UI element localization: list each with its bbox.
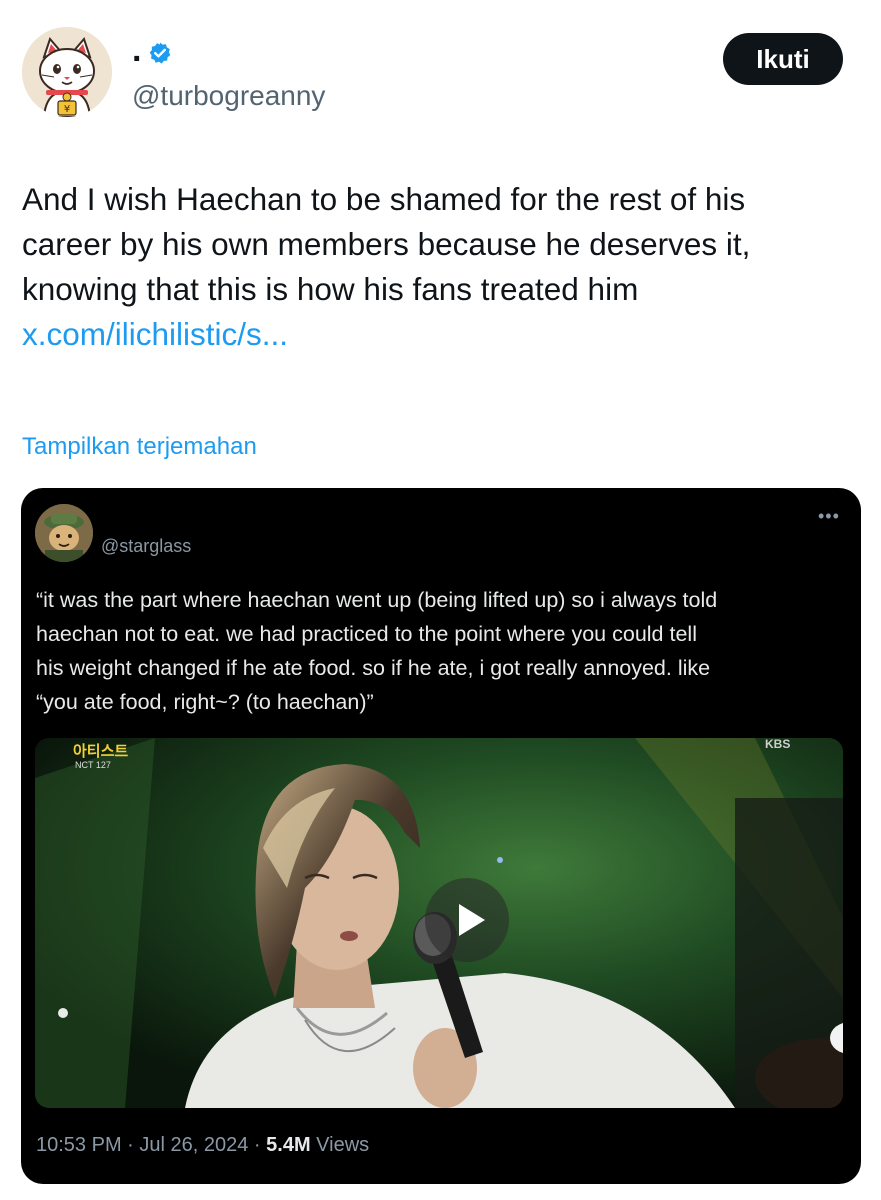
views-count: 5.4M	[266, 1134, 311, 1156]
tweet-text-line: And I wish Haechan to be shamed for the …	[22, 181, 746, 217]
embedded-quote-text: “it was the part where haechan went up (…	[36, 583, 846, 719]
views-label: Views	[310, 1134, 370, 1156]
tweet-text: And I wish Haechan to be shamed for the …	[22, 177, 862, 357]
embedded-handle: @starglass	[101, 536, 192, 556]
embedded-media-card[interactable]: @starglass ••• “it was the part where ha…	[21, 488, 861, 1184]
tweet-link[interactable]: x.com/ilichilistic/s...	[22, 312, 862, 357]
play-icon	[459, 904, 485, 936]
video-player[interactable]: 아티스트 NCT 127 KBS	[35, 738, 843, 1108]
lucky-cat-avatar-icon: ¥	[22, 27, 112, 117]
show-translation-link[interactable]: Tampilkan terjemahan	[22, 432, 257, 462]
quote-line: “it was the part where haechan went up (…	[36, 588, 718, 612]
post-meta: 10:53 PM · Jul 26, 2024 · 5.4M Views	[36, 1133, 369, 1157]
quote-line: his weight changed if he ate food. so if…	[36, 656, 711, 680]
display-name[interactable]: .	[132, 30, 141, 70]
meta-separator: ·	[121, 1134, 140, 1156]
post-date: Jul 26, 2024	[139, 1134, 249, 1156]
post-time: 10:53 PM	[36, 1134, 122, 1156]
show-subtitle: NCT 127	[75, 760, 111, 770]
play-button[interactable]	[425, 878, 509, 962]
meta-separator: ·	[248, 1134, 267, 1156]
embedded-avatar	[35, 504, 93, 562]
quote-line: “you ate food, right~? (to haechan)”	[36, 690, 374, 714]
broadcaster-logo: KBS	[765, 738, 791, 751]
follow-button[interactable]: Ikuti	[723, 33, 843, 85]
tweet-text-line: career by his own members because he des…	[22, 226, 751, 262]
tweet-text-line: knowing that this is how his fans treate…	[22, 271, 639, 307]
verified-badge-icon	[149, 42, 171, 64]
show-logo: 아티스트	[73, 743, 129, 760]
embedded-avatar-icon	[35, 504, 93, 562]
quote-line: haechan not to eat. we had practiced to …	[36, 622, 697, 646]
more-dots-icon: •••	[818, 506, 840, 526]
author-handle[interactable]: @turbogreanny	[132, 78, 325, 114]
avatar[interactable]: ¥	[22, 27, 112, 117]
svg-text:¥: ¥	[64, 104, 70, 115]
